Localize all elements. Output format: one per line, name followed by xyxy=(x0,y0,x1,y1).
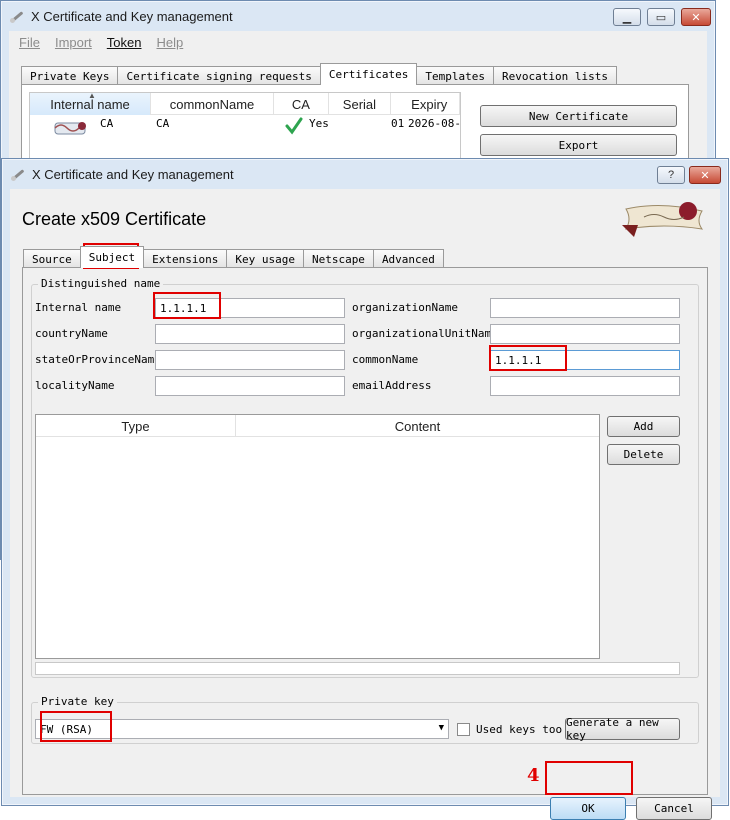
distinguished-name-label: Distinguished name xyxy=(38,277,164,290)
country-name-label: countryName xyxy=(35,327,108,340)
row-common-name: CA xyxy=(156,117,170,130)
column-internal-name[interactable]: ▲ Internal name xyxy=(30,92,152,115)
column-expiry[interactable]: Expiry xyxy=(391,93,460,115)
check-icon xyxy=(285,117,303,138)
certificate-list-header: ▲ Internal name commonName CA Serial Exp… xyxy=(30,93,460,115)
main-title-bar: X Certificate and Key management ▁ ▭ ✕ xyxy=(1,1,715,31)
internal-name-field[interactable]: 1.1.1.1 xyxy=(155,298,345,318)
column-ca[interactable]: CA xyxy=(274,93,329,115)
column-content[interactable]: Content xyxy=(236,415,599,437)
certificate-icon xyxy=(52,118,90,138)
tab-revocation-lists[interactable]: Revocation lists xyxy=(493,66,617,85)
dialog-heading: Create x509 Certificate xyxy=(22,209,207,229)
minimize-button[interactable]: ▁ xyxy=(613,8,641,26)
tab-source[interactable]: Source xyxy=(23,249,81,268)
subject-panel: Distinguished name Internal name 1.1.1.1… xyxy=(22,267,708,795)
ok-button[interactable]: OK xyxy=(550,797,626,820)
column-common-name[interactable]: commonName xyxy=(151,93,275,115)
country-name-field[interactable] xyxy=(155,324,345,344)
state-or-province-name-label: stateOrProvinceName xyxy=(35,353,161,366)
used-keys-too-label: Used keys too xyxy=(476,723,563,736)
organizational-unit-name-field[interactable] xyxy=(490,324,680,344)
tab-certificates[interactable]: Certificates xyxy=(319,63,418,85)
main-close-button[interactable]: ✕ xyxy=(681,8,711,26)
private-key-select[interactable]: FW (RSA) ▼ xyxy=(35,719,449,739)
tab-extensions[interactable]: Extensions xyxy=(143,249,228,268)
menu-token[interactable]: Token xyxy=(107,35,142,50)
organization-name-label: organizationName xyxy=(352,301,458,314)
tab-templates[interactable]: Templates xyxy=(416,66,495,85)
dialog-title-bar: X Certificate and Key management ? ✕ xyxy=(2,159,728,189)
sort-arrow-icon: ▲ xyxy=(88,92,96,100)
step-number: 4 xyxy=(527,765,540,786)
minimize-icon: ▁ xyxy=(622,11,632,24)
column-serial[interactable]: Serial xyxy=(329,93,392,115)
tab-private-keys[interactable]: Private Keys xyxy=(21,66,119,85)
email-address-field[interactable] xyxy=(490,376,680,396)
dialog-client-area: Create x509 Certificate Source Subject E… xyxy=(10,189,720,820)
common-name-field[interactable]: 1.1.1.1 xyxy=(490,350,680,370)
used-keys-too-checkbox[interactable] xyxy=(457,723,470,736)
close-icon: ✕ xyxy=(691,11,701,24)
tab-key-usage[interactable]: Key usage xyxy=(226,249,304,268)
maximize-icon: ▭ xyxy=(655,11,667,24)
main-window-title: X Certificate and Key management xyxy=(31,8,233,24)
dn-table-header: Type Content xyxy=(36,415,599,437)
table-row[interactable]: CA CA Yes 01 2026-08-0 xyxy=(30,115,461,139)
private-key-label: Private key xyxy=(38,695,117,708)
tab-netscape[interactable]: Netscape xyxy=(302,249,374,268)
menu-file[interactable]: File xyxy=(19,35,40,50)
dropdown-arrow-icon: ▼ xyxy=(438,723,444,733)
dialog-close-button[interactable]: ✕ xyxy=(689,166,721,184)
row-internal-name: CA xyxy=(100,117,114,130)
dialog-window-title: X Certificate and Key management xyxy=(32,166,234,182)
email-address-label: emailAddress xyxy=(352,379,432,392)
row-expiry: 2026-08-0 xyxy=(408,117,461,130)
main-tab-bar: Private Keys Certificate signing request… xyxy=(21,63,617,85)
dn-entries-table[interactable]: Type Content xyxy=(35,414,600,659)
question-icon: ? xyxy=(667,169,675,181)
maximize-button[interactable]: ▭ xyxy=(647,8,675,26)
export-button[interactable]: Export xyxy=(480,134,677,156)
help-button[interactable]: ? xyxy=(657,166,685,184)
common-name-label: commonName xyxy=(352,353,419,366)
locality-name-field[interactable] xyxy=(155,376,345,396)
menu-help[interactable]: Help xyxy=(157,35,184,50)
menu-import[interactable]: Import xyxy=(55,35,92,50)
dialog-tab-bar: Source Subject Extensions Key usage Nets… xyxy=(23,246,444,268)
locality-name-label: localityName xyxy=(35,379,115,392)
dn-preview-field xyxy=(35,662,680,675)
tab-certificate-signing-requests[interactable]: Certificate signing requests xyxy=(117,66,321,85)
tab-subject[interactable]: Subject xyxy=(79,246,145,268)
app-logo-icon xyxy=(9,8,25,24)
app-logo-icon xyxy=(10,166,26,182)
private-key-group: Private key FW (RSA) ▼ Used keys too Gen… xyxy=(31,695,699,744)
close-icon: ✕ xyxy=(700,169,710,182)
row-serial: 01 xyxy=(391,117,405,130)
internal-name-label: Internal name xyxy=(35,301,122,314)
cancel-button[interactable]: Cancel xyxy=(636,797,712,820)
tab-advanced[interactable]: Advanced xyxy=(372,249,444,268)
distinguished-name-group: Distinguished name Internal name 1.1.1.1… xyxy=(31,277,699,678)
menu-bar: File Import Token Help xyxy=(9,31,707,53)
scroll-seal-logo xyxy=(616,199,708,241)
new-certificate-button[interactable]: New Certificate xyxy=(480,105,677,127)
organizational-unit-name-label: organizationalUnitName xyxy=(352,327,498,340)
row-ca: Yes xyxy=(309,117,329,130)
column-type[interactable]: Type xyxy=(36,415,236,437)
state-or-province-name-field[interactable] xyxy=(155,350,345,370)
add-button[interactable]: Add xyxy=(607,416,680,437)
create-certificate-dialog: X Certificate and Key management ? ✕ Cre… xyxy=(1,158,729,820)
organization-name-field[interactable] xyxy=(490,298,680,318)
delete-button[interactable]: Delete xyxy=(607,444,680,465)
generate-new-key-button[interactable]: Generate a new key xyxy=(565,716,680,742)
